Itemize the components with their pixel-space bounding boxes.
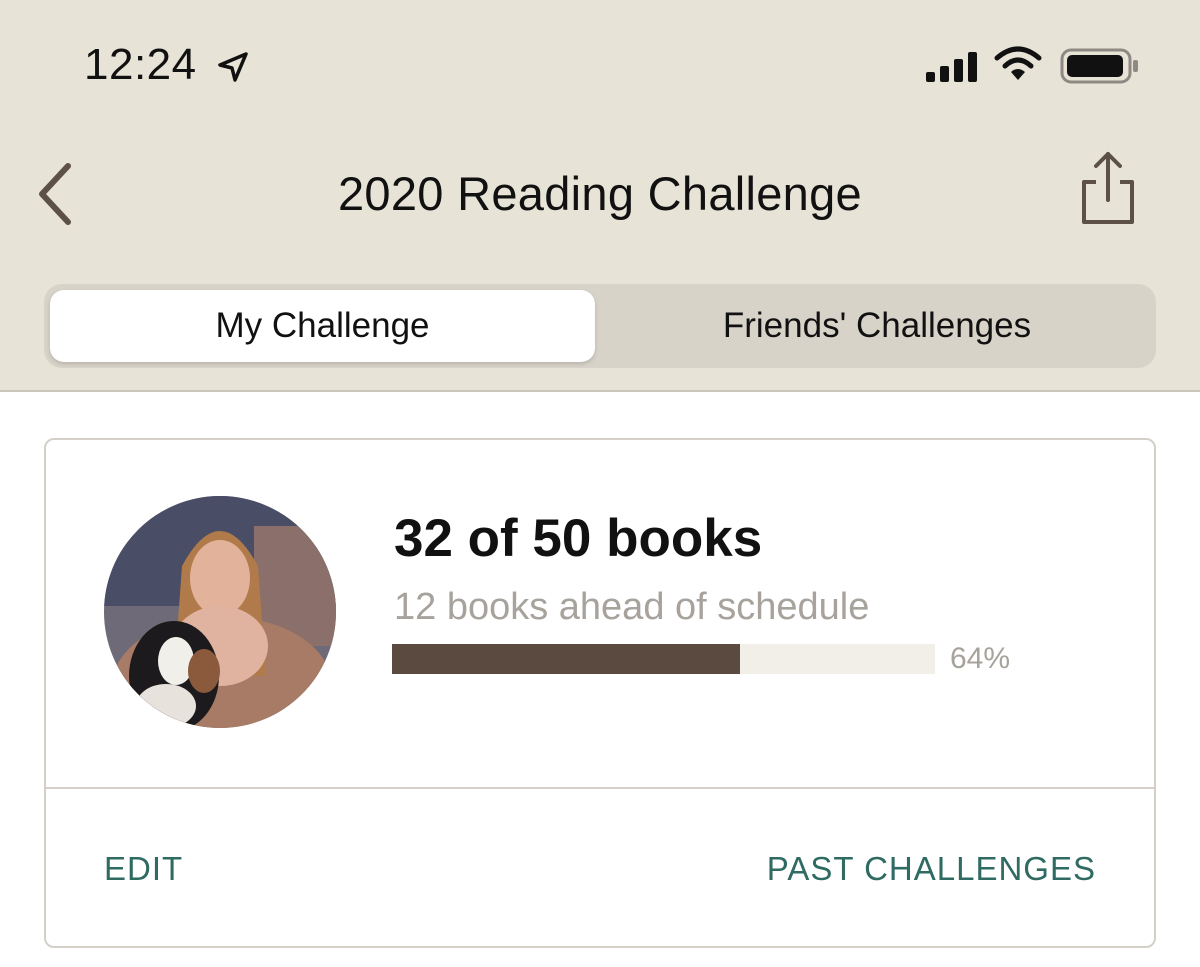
tab-friends-challenges[interactable]: Friends' Challenges — [604, 290, 1150, 362]
segmented-control: My Challenge Friends' Challenges — [44, 284, 1156, 368]
avatar — [104, 496, 336, 728]
challenge-card: 32 of 50 books 12 books ahead of schedul… — [44, 438, 1156, 948]
wifi-icon — [994, 46, 1042, 80]
cellular-signal-icon — [926, 52, 977, 82]
schedule-status: 12 books ahead of schedule — [394, 586, 870, 628]
edit-button[interactable]: EDIT — [104, 850, 183, 888]
tab-my-challenge[interactable]: My Challenge — [50, 290, 595, 362]
battery-icon — [1060, 48, 1138, 84]
avatar-photo — [104, 496, 336, 728]
progress-percent: 64% — [950, 642, 1011, 675]
books-progress-text: 32 of 50 books — [394, 509, 763, 568]
location-arrow-icon — [218, 52, 248, 82]
page-title: 2020 Reading Challenge — [337, 167, 862, 220]
progress-bar — [392, 644, 935, 674]
status-time: 12:24 — [84, 40, 197, 89]
app-header: 12:24 2020 Reading Challenge My Challeng… — [0, 0, 1200, 392]
past-challenges-button[interactable]: PAST CHALLENGES — [767, 850, 1096, 888]
share-icon[interactable] — [1076, 150, 1140, 230]
progress-bar-fill — [392, 644, 740, 674]
divider — [46, 787, 1154, 789]
